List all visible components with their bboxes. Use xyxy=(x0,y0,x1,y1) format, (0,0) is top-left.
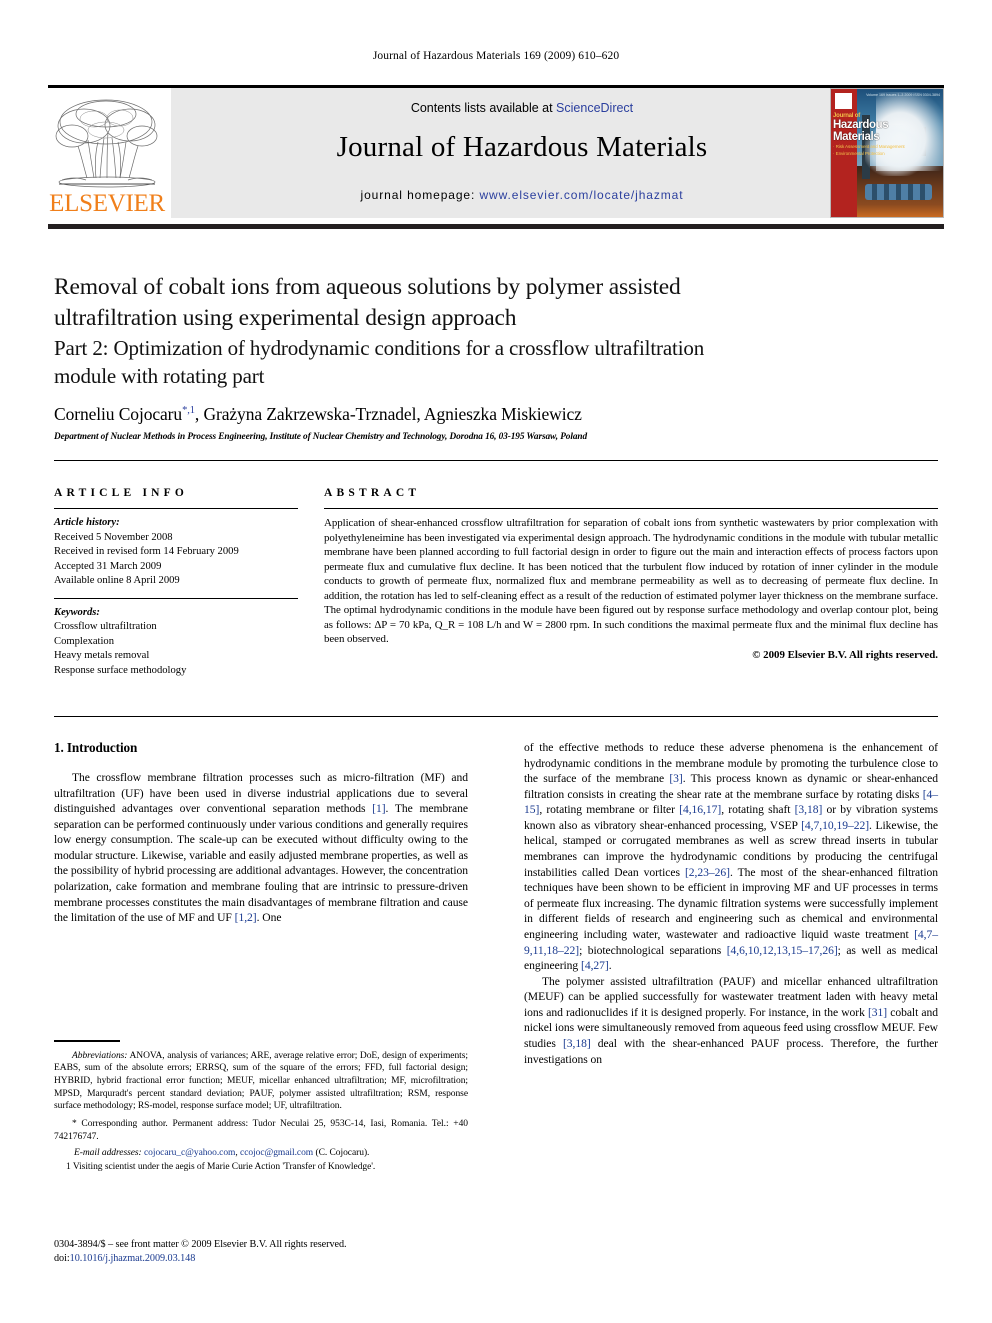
author-primary: Corneliu Cojocaru xyxy=(54,403,183,424)
footnote-separator-rule xyxy=(54,1040,120,1042)
citation-ref[interactable]: [3,18] xyxy=(795,803,823,816)
citation-ref[interactable]: [4,7,10,19–22] xyxy=(801,819,869,832)
footnote-email-addresses: E-mail addresses: cojocaru_c@yahoo.com, … xyxy=(74,1147,370,1158)
abstract-column: ABSTRACT Application of shear-enhanced c… xyxy=(324,487,938,661)
journal-masthead: ELSEVIER Contents lists available at Sci… xyxy=(48,88,944,220)
masthead-panel: Contents lists available at ScienceDirec… xyxy=(171,88,873,218)
keyword-item: Heavy metals removal xyxy=(54,650,150,661)
abstract-separator-rule xyxy=(54,716,938,717)
paragraph-text: . The membrane separation can be perform… xyxy=(54,802,468,925)
abstract-text: Application of shear-enhanced crossflow … xyxy=(324,517,938,646)
footnote-corresponding-author: * Corresponding author. Permanent addres… xyxy=(54,1119,468,1142)
journal-cover-thumbnail: Volume 169 Issues 1–3 2009 ISSN 0304-389… xyxy=(830,88,944,218)
article-history-label: Article history: xyxy=(54,517,120,528)
cover-title-block: Journal of Hazardous Materials · Risk As… xyxy=(833,113,941,157)
footnote-visiting-scientist: 1 Visiting scientist under the aegis of … xyxy=(66,1162,376,1173)
article-title-block: Removal of cobalt ions from aqueous solu… xyxy=(54,272,938,442)
paragraph-text: , rotating membrane or filter xyxy=(539,803,680,817)
title-separator-rule xyxy=(54,460,938,461)
cover-storage-tanks xyxy=(864,183,932,201)
homepage-label: journal homepage: xyxy=(360,188,480,202)
paragraph-text: . xyxy=(608,959,612,973)
article-history-item: Received 5 November 2008 xyxy=(54,531,173,543)
body-column-left: 1. Introduction The crossflow membrane f… xyxy=(54,740,468,926)
contents-prefix: Contents lists available at xyxy=(410,101,557,115)
cover-elsevier-mark-icon xyxy=(835,93,852,109)
doi-line: doi:10.1016/j.jhazmat.2009.03.148 xyxy=(54,1252,468,1266)
paragraph-intro-left: The crossflow membrane filtration proces… xyxy=(54,770,468,926)
cover-title-line1: Hazardous xyxy=(833,119,889,132)
contents-available-line: Contents lists available at ScienceDirec… xyxy=(171,101,873,115)
authors-remaining: , Grażyna Zakrzewska-Trznadel, Agnieszka… xyxy=(194,403,582,424)
doi-label: doi: xyxy=(54,1253,70,1265)
keywords-block: Keywords: Crossflow ultrafiltration Comp… xyxy=(54,606,298,679)
citation-ref[interactable]: [4,27] xyxy=(581,959,609,972)
article-info-rule xyxy=(54,508,298,509)
elsevier-logo: ELSEVIER xyxy=(48,88,166,218)
imprint-block: 0304-3894/$ – see front matter © 2009 El… xyxy=(54,1238,468,1267)
paper-page: Journal of Hazardous Materials 169 (2009… xyxy=(0,0,992,1323)
article-title: Removal of cobalt ions from aqueous solu… xyxy=(54,272,938,333)
journal-title: Journal of Hazardous Materials xyxy=(336,131,708,163)
abbreviations-label: Abbreviations: xyxy=(72,1050,128,1061)
author-primary-marks[interactable]: *,1 xyxy=(182,405,195,416)
article-info-heading: ARTICLE INFO xyxy=(54,487,189,499)
keyword-item: Complexation xyxy=(54,635,115,647)
citation-ref[interactable]: [2,23–26] xyxy=(685,866,730,879)
elsevier-tree-icon xyxy=(55,99,158,188)
citation-ref[interactable]: [4,6,10,12,13,15–17,26] xyxy=(727,944,838,957)
journal-homepage-line: journal homepage: www.elsevier.com/locat… xyxy=(171,188,873,202)
article-info-rule-2 xyxy=(54,597,298,599)
email-link-1[interactable]: cojocaru_c@yahoo.com xyxy=(144,1148,235,1158)
email-label: E-mail addresses: xyxy=(74,1147,142,1158)
keyword-item: Crossflow ultrafiltration xyxy=(54,621,157,632)
issn-frontmatter-line: 0304-3894/$ – see front matter © 2009 El… xyxy=(54,1239,347,1250)
email-link-2[interactable]: ccojoc@gmail.com xyxy=(240,1148,313,1158)
article-subtitle-line-1: Part 2: Optimization of hydrodynamic con… xyxy=(54,336,705,361)
email-tail: (C. Cojocaru). xyxy=(313,1147,370,1158)
citation-ref[interactable]: [3] xyxy=(669,772,682,785)
copyright-line: © 2009 Elsevier B.V. All rights reserved… xyxy=(752,648,938,661)
elsevier-wordmark: ELSEVIER xyxy=(49,190,165,217)
article-info-column: ARTICLE INFO Article history: Received 5… xyxy=(54,487,298,678)
cover-corner-note: Volume 169 Issues 1–3 2009 ISSN 0304-389… xyxy=(866,93,940,97)
citation-ref[interactable]: [1] xyxy=(372,802,385,815)
citation-ref[interactable]: [31] xyxy=(868,1006,887,1019)
abstract-rule xyxy=(324,508,938,509)
masthead-rule-bottom xyxy=(48,224,944,229)
affiliation: Department of Nuclear Methods in Process… xyxy=(54,431,588,442)
cover-subtitle-2: · Environmental Protection xyxy=(833,151,885,157)
sciencedirect-link[interactable]: ScienceDirect xyxy=(556,101,633,115)
article-history-item: Available online 8 April 2009 xyxy=(54,575,180,586)
cover-subtitle-1: · Risk Assessment and Management xyxy=(833,144,905,150)
article-subtitle-line-2: module with rotating part xyxy=(54,363,265,388)
citation-ref[interactable]: [3,18] xyxy=(563,1037,591,1050)
article-history-block: Article history: Received 5 November 200… xyxy=(54,516,298,589)
doi-link[interactable]: 10.1016/j.jhazmat.2009.03.148 xyxy=(70,1253,196,1264)
paragraph-intro-right-2: The polymer assisted ultrafiltration (PA… xyxy=(524,974,938,1067)
article-title-line-2: ultrafiltration using experimental desig… xyxy=(54,304,517,331)
cover-title-line2: Materials xyxy=(833,131,880,144)
footnote-abbreviations: Abbreviations: ANOVA, analysis of varian… xyxy=(54,1050,468,1114)
author-list: Corneliu Cojocaru*,1, Grażyna Zakrzewska… xyxy=(54,404,938,425)
running-head: Journal of Hazardous Materials 169 (2009… xyxy=(372,50,620,62)
article-title-line-1: Removal of cobalt ions from aqueous solu… xyxy=(54,274,681,300)
article-history-item: Accepted 31 March 2009 xyxy=(54,560,162,572)
keywords-label: Keywords: xyxy=(54,606,100,618)
section-heading-introduction: 1. Introduction xyxy=(54,740,138,755)
paragraph-text: , rotating shaft xyxy=(721,803,795,817)
abstract-heading: ABSTRACT xyxy=(324,487,421,499)
citation-ref[interactable]: [1,2] xyxy=(235,911,257,924)
article-subtitle: Part 2: Optimization of hydrodynamic con… xyxy=(54,335,938,390)
footnotes-block: Abbreviations: ANOVA, analysis of varian… xyxy=(54,1040,468,1174)
paragraph-text: . One xyxy=(256,911,282,925)
body-column-right: of the effective methods to reduce these… xyxy=(524,740,938,1067)
article-history-item: Received in revised form 14 February 200… xyxy=(54,546,239,557)
paragraph-text: ; biotechnological separations xyxy=(579,943,727,957)
homepage-url-link[interactable]: www.elsevier.com/locate/jhazmat xyxy=(479,188,683,202)
paragraph-intro-right-1: of the effective methods to reduce these… xyxy=(524,740,938,974)
keyword-item: Response surface methodology xyxy=(54,664,187,676)
citation-ref[interactable]: [4,16,17] xyxy=(679,803,721,816)
